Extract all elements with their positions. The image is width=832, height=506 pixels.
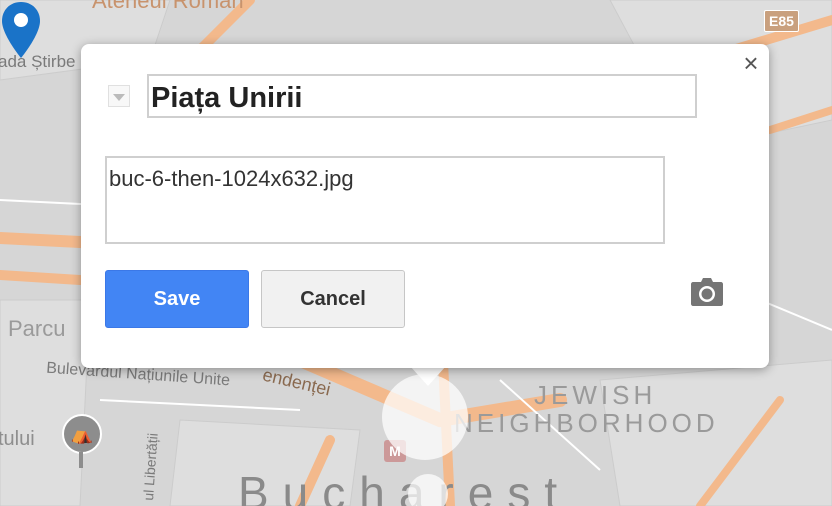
close-icon[interactable]: × [737,50,765,78]
map-marker-icon[interactable] [0,0,42,60]
marker-halo-secondary [408,474,448,506]
edit-placemark-dialog: × buc-6-then-1024x632.jpg Save Cancel [81,44,769,368]
road-shield-e85: E85 [764,10,799,32]
dialog-pointer [410,366,446,386]
camera-icon[interactable] [691,278,723,306]
map-label-jewish: JEWISH [534,380,657,410]
map-label-ateneu: Ateneul Român [92,0,244,13]
dropdown-arrow [113,94,125,101]
map-label-park: Parcu [8,316,66,341]
map-label-bucharest: Bucharest [238,467,572,506]
title-input[interactable] [147,74,697,118]
map-label-neighborhood: NEIGHBORHOOD [454,408,719,438]
description-input[interactable]: buc-6-then-1024x632.jpg [105,156,665,244]
marker-halo [382,374,468,460]
style-dropdown-icon[interactable] [108,85,130,107]
cancel-button[interactable]: Cancel [261,270,405,328]
museum-icon[interactable]: ⛺ [62,414,102,454]
map-label-tului: tului [0,428,35,450]
save-button[interactable]: Save [105,270,249,328]
museum-pin-tail [79,452,83,468]
